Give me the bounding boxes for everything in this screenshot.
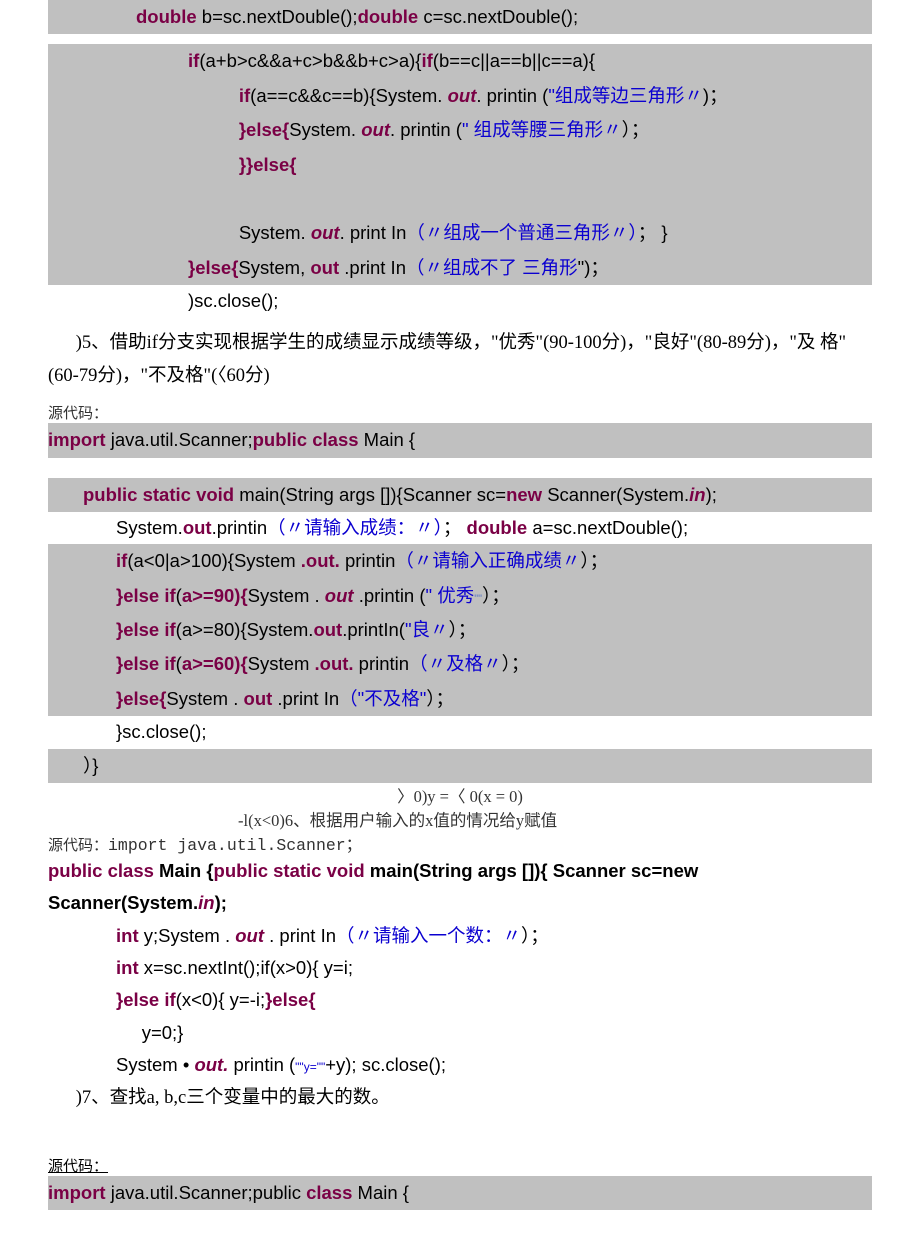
code-line: if(a+b>c&&a+c>b&&b+c>a){if(b==c||a==b||c… bbox=[48, 44, 872, 78]
code-line: System • out. printin (""y=""+y); sc.clo… bbox=[48, 1049, 872, 1081]
code-line: double b=sc.nextDouble();double c=sc.nex… bbox=[48, 0, 872, 34]
code-line: y=0;} bbox=[48, 1017, 872, 1049]
text-line: 源代码：import java.util.Scanner； bbox=[48, 831, 872, 855]
code-line: import java.util.Scanner;public class Ma… bbox=[48, 423, 872, 457]
code-line: }else{System. out. printin (" 组成等腰三角形〃）； bbox=[48, 113, 872, 147]
text-line: -l(x<0)6、根据用户输入的x值的情况给y赋值 bbox=[48, 807, 872, 831]
code-line: }else{System, out .print In（〃组成不了 三角形")； bbox=[48, 251, 872, 285]
label-source-link: 源代码： bbox=[48, 1154, 872, 1176]
code-line: )sc.close(); bbox=[48, 285, 872, 317]
text-line: 〉0)y =〈 0(x = 0) bbox=[48, 783, 872, 807]
code-line: import java.util.Scanner;public class Ma… bbox=[48, 1176, 872, 1210]
code-line: ）} bbox=[48, 749, 872, 783]
code-line: int y;System . out . print In（〃请输入一个数：〃）… bbox=[48, 920, 872, 952]
code-line: if(a<0|a>100){System .out. printin（〃请输入正… bbox=[48, 544, 872, 578]
paragraph: )7、查找a, b,c三个变量中的最大的数。 bbox=[48, 1082, 872, 1114]
code-line: }}else{ bbox=[48, 148, 872, 182]
code-line: int x=sc.nextInt();if(x>0){ y=i; bbox=[48, 952, 872, 984]
code-line: }sc.close(); bbox=[48, 716, 872, 748]
code-line: }else if(a>=60){System .out. printin（〃及格… bbox=[48, 647, 872, 681]
code-line: }else if(a>=90){System . out .printin ("… bbox=[48, 579, 872, 613]
code-line: System.out.printin（〃请输入成绩：〃）； double a=s… bbox=[48, 512, 872, 544]
label-source: 源代码： bbox=[48, 402, 872, 423]
code-line: }else{System . out .print In（"不及格"）； bbox=[48, 682, 872, 716]
paragraph: )5、借助if分支实现根据学生的成绩显示成绩等级，"优秀"(90-100分)，"… bbox=[48, 327, 872, 392]
code-line: }else if(a>=80){System.out.printIn("良〃）； bbox=[48, 613, 872, 647]
code-line: public class Main {public static void ma… bbox=[48, 855, 872, 920]
code-line bbox=[48, 182, 872, 216]
code-line: public static void main(String args []){… bbox=[48, 478, 872, 512]
code-line: }else if(x<0){ y=-i;}else{ bbox=[48, 984, 872, 1016]
code-line: System. out. print In（〃组成一个普通三角形〃）； } bbox=[48, 216, 872, 250]
code-line: if(a==c&&c==b){System. out. printin ("组成… bbox=[48, 79, 872, 113]
